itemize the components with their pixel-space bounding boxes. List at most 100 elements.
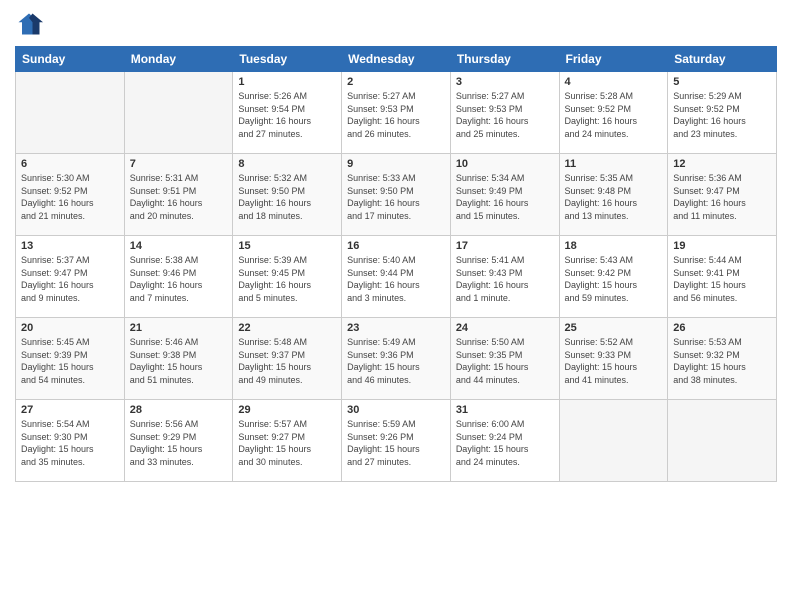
day-number: 10 bbox=[456, 158, 554, 170]
calendar-day-cell: 5 Sunrise: 5:29 AM Sunset: 9:52 PM Daylig… bbox=[668, 72, 777, 154]
day-info: Sunrise: 5:54 AM Sunset: 9:30 PM Dayligh… bbox=[21, 418, 119, 468]
day-number: 3 bbox=[456, 76, 554, 88]
calendar-day-cell: 27Sunrise: 5:54 AM Sunset: 9:30 PM Dayli… bbox=[16, 400, 125, 482]
day-info: Sunrise: 5:44 AM Sunset: 9:41 PM Dayligh… bbox=[673, 254, 771, 304]
calendar-day-cell: 11 Sunrise: 5:35 AM Sunset: 9:48 PM Dayli… bbox=[559, 154, 668, 236]
day-info: Sunrise: 5:50 AM Sunset: 9:35 PM Dayligh… bbox=[456, 336, 554, 386]
day-number: 25 bbox=[565, 322, 663, 334]
day-number: 30 bbox=[347, 404, 445, 416]
day-info: Sunrise: 5:36 AM Sunset: 9:47 PM Dayligh… bbox=[673, 172, 771, 222]
day-number: 14 bbox=[130, 240, 228, 252]
day-info: Sunrise: 5:45 AM Sunset: 9:39 PM Dayligh… bbox=[21, 336, 119, 386]
calendar-week-row: 1 Sunrise: 5:26 AM Sunset: 9:54 PM Daylig… bbox=[16, 72, 777, 154]
day-info: Sunrise: 5:29 AM Sunset: 9:52 PM Dayligh… bbox=[673, 90, 771, 140]
weekday-header: Wednesday bbox=[342, 47, 451, 72]
day-number: 1 bbox=[238, 76, 336, 88]
calendar-day-cell: 28 Sunrise: 5:56 AM Sunset: 9:29 PM Dayli… bbox=[124, 400, 233, 482]
calendar-day-cell: 2 Sunrise: 5:27 AM Sunset: 9:53 PM Daylig… bbox=[342, 72, 451, 154]
weekday-header: Thursday bbox=[450, 47, 559, 72]
day-info: Sunrise: 5:56 AM Sunset: 9:29 PM Dayligh… bbox=[130, 418, 228, 468]
day-info: Sunrise: 5:26 AM Sunset: 9:54 PM Dayligh… bbox=[238, 90, 336, 140]
calendar-day-cell: 4 Sunrise: 5:28 AM Sunset: 9:52 PM Daylig… bbox=[559, 72, 668, 154]
day-number: 26 bbox=[673, 322, 771, 334]
day-info: Sunrise: 5:46 AM Sunset: 9:38 PM Dayligh… bbox=[130, 336, 228, 386]
weekday-header-row: SundayMondayTuesdayWednesdayThursdayFrid… bbox=[16, 47, 777, 72]
calendar-day-cell bbox=[124, 72, 233, 154]
day-info: Sunrise: 5:40 AM Sunset: 9:44 PM Dayligh… bbox=[347, 254, 445, 304]
day-number: 4 bbox=[565, 76, 663, 88]
calendar-day-cell: 15Sunrise: 5:39 AM Sunset: 9:45 PM Dayli… bbox=[233, 236, 342, 318]
calendar-day-cell: 20 Sunrise: 5:45 AM Sunset: 9:39 PM Dayli… bbox=[16, 318, 125, 400]
calendar-day-cell: 6 Sunrise: 5:30 AM Sunset: 9:52 PM Daylig… bbox=[16, 154, 125, 236]
day-info: Sunrise: 5:48 AM Sunset: 9:37 PM Dayligh… bbox=[238, 336, 336, 386]
day-info: Sunrise: 5:30 AM Sunset: 9:52 PM Dayligh… bbox=[21, 172, 119, 222]
day-number: 31 bbox=[456, 404, 554, 416]
day-info: Sunrise: 5:39 AM Sunset: 9:45 PM Dayligh… bbox=[238, 254, 336, 304]
logo-icon bbox=[15, 10, 43, 38]
day-info: Sunrise: 5:35 AM Sunset: 9:48 PM Dayligh… bbox=[565, 172, 663, 222]
calendar-day-cell: 31 Sunrise: 6:00 AM Sunset: 9:24 PM Dayli… bbox=[450, 400, 559, 482]
day-info: Sunrise: 5:31 AM Sunset: 9:51 PM Dayligh… bbox=[130, 172, 228, 222]
day-number: 5 bbox=[673, 76, 771, 88]
day-info: Sunrise: 5:52 AM Sunset: 9:33 PM Dayligh… bbox=[565, 336, 663, 386]
day-info: Sunrise: 5:41 AM Sunset: 9:43 PM Dayligh… bbox=[456, 254, 554, 304]
calendar-day-cell: 3 Sunrise: 5:27 AM Sunset: 9:53 PM Daylig… bbox=[450, 72, 559, 154]
day-info: Sunrise: 5:53 AM Sunset: 9:32 PM Dayligh… bbox=[673, 336, 771, 386]
weekday-header: Saturday bbox=[668, 47, 777, 72]
calendar-table: SundayMondayTuesdayWednesdayThursdayFrid… bbox=[15, 46, 777, 482]
day-number: 28 bbox=[130, 404, 228, 416]
calendar-day-cell: 23 Sunrise: 5:49 AM Sunset: 9:36 PM Dayli… bbox=[342, 318, 451, 400]
day-number: 19 bbox=[673, 240, 771, 252]
day-number: 11 bbox=[565, 158, 663, 170]
calendar-day-cell: 13 Sunrise: 5:37 AM Sunset: 9:47 PM Dayli… bbox=[16, 236, 125, 318]
day-info: Sunrise: 5:49 AM Sunset: 9:36 PM Dayligh… bbox=[347, 336, 445, 386]
calendar-day-cell: 30Sunrise: 5:59 AM Sunset: 9:26 PM Dayli… bbox=[342, 400, 451, 482]
day-number: 12 bbox=[673, 158, 771, 170]
weekday-header: Tuesday bbox=[233, 47, 342, 72]
calendar-day-cell: 1 Sunrise: 5:26 AM Sunset: 9:54 PM Daylig… bbox=[233, 72, 342, 154]
calendar-day-cell: 14Sunrise: 5:38 AM Sunset: 9:46 PM Dayli… bbox=[124, 236, 233, 318]
day-number: 17 bbox=[456, 240, 554, 252]
day-info: Sunrise: 5:28 AM Sunset: 9:52 PM Dayligh… bbox=[565, 90, 663, 140]
weekday-header: Sunday bbox=[16, 47, 125, 72]
calendar-day-cell bbox=[559, 400, 668, 482]
calendar-day-cell: 12 Sunrise: 5:36 AM Sunset: 9:47 PM Dayli… bbox=[668, 154, 777, 236]
day-number: 29 bbox=[238, 404, 336, 416]
page-header bbox=[15, 10, 777, 38]
calendar-day-cell: 22 Sunrise: 5:48 AM Sunset: 9:37 PM Dayli… bbox=[233, 318, 342, 400]
day-info: Sunrise: 5:33 AM Sunset: 9:50 PM Dayligh… bbox=[347, 172, 445, 222]
calendar-day-cell: 24 Sunrise: 5:50 AM Sunset: 9:35 PM Dayli… bbox=[450, 318, 559, 400]
day-info: Sunrise: 5:27 AM Sunset: 9:53 PM Dayligh… bbox=[347, 90, 445, 140]
day-number: 24 bbox=[456, 322, 554, 334]
calendar-day-cell: 10 Sunrise: 5:34 AM Sunset: 9:49 PM Dayli… bbox=[450, 154, 559, 236]
day-number: 9 bbox=[347, 158, 445, 170]
day-number: 7 bbox=[130, 158, 228, 170]
calendar-day-cell bbox=[668, 400, 777, 482]
day-number: 23 bbox=[347, 322, 445, 334]
weekday-header: Friday bbox=[559, 47, 668, 72]
weekday-header: Monday bbox=[124, 47, 233, 72]
day-number: 6 bbox=[21, 158, 119, 170]
calendar-day-cell: 26 Sunrise: 5:53 AM Sunset: 9:32 PM Dayli… bbox=[668, 318, 777, 400]
day-info: Sunrise: 5:32 AM Sunset: 9:50 PM Dayligh… bbox=[238, 172, 336, 222]
calendar-day-cell: 7 Sunrise: 5:31 AM Sunset: 9:51 PM Daylig… bbox=[124, 154, 233, 236]
calendar-day-cell bbox=[16, 72, 125, 154]
day-number: 21 bbox=[130, 322, 228, 334]
day-info: Sunrise: 6:00 AM Sunset: 9:24 PM Dayligh… bbox=[456, 418, 554, 468]
day-info: Sunrise: 5:34 AM Sunset: 9:49 PM Dayligh… bbox=[456, 172, 554, 222]
calendar-day-cell: 19 Sunrise: 5:44 AM Sunset: 9:41 PM Dayli… bbox=[668, 236, 777, 318]
day-number: 13 bbox=[21, 240, 119, 252]
calendar-day-cell: 29Sunrise: 5:57 AM Sunset: 9:27 PM Dayli… bbox=[233, 400, 342, 482]
day-number: 8 bbox=[238, 158, 336, 170]
calendar-day-cell: 25 Sunrise: 5:52 AM Sunset: 9:33 PM Dayli… bbox=[559, 318, 668, 400]
calendar-day-cell: 21 Sunrise: 5:46 AM Sunset: 9:38 PM Dayli… bbox=[124, 318, 233, 400]
calendar-day-cell: 9 Sunrise: 5:33 AM Sunset: 9:50 PM Daylig… bbox=[342, 154, 451, 236]
day-number: 2 bbox=[347, 76, 445, 88]
day-number: 22 bbox=[238, 322, 336, 334]
day-info: Sunrise: 5:27 AM Sunset: 9:53 PM Dayligh… bbox=[456, 90, 554, 140]
day-info: Sunrise: 5:37 AM Sunset: 9:47 PM Dayligh… bbox=[21, 254, 119, 304]
logo bbox=[15, 10, 47, 38]
day-number: 20 bbox=[21, 322, 119, 334]
day-number: 16 bbox=[347, 240, 445, 252]
calendar-day-cell: 16 Sunrise: 5:40 AM Sunset: 9:44 PM Dayli… bbox=[342, 236, 451, 318]
